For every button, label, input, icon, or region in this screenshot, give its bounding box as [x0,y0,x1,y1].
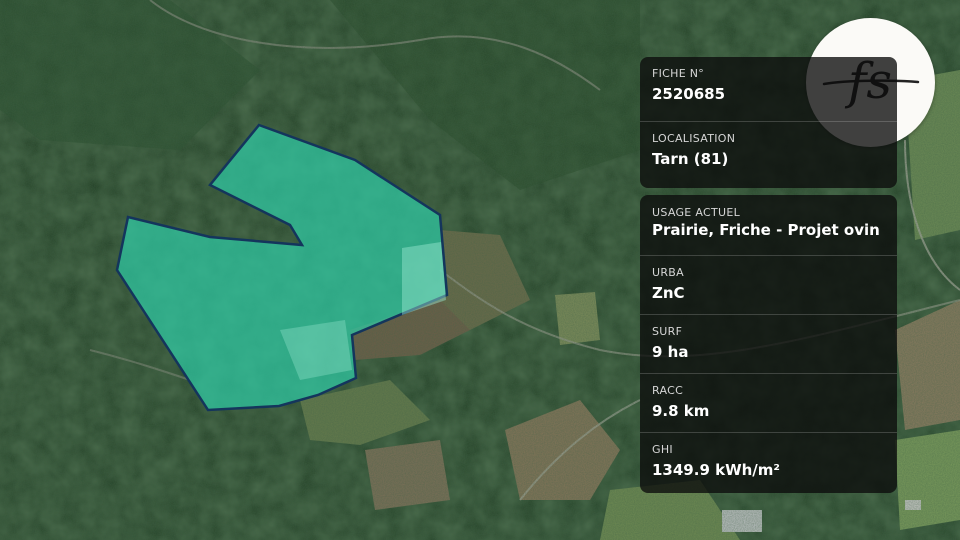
parcel-id-panel: FICHE N° 2520685 LOCALISATION Tarn (81) [640,57,897,188]
surf-value: 9 ha [652,343,689,361]
field-ghi: GHI 1349.9 kWh/m² [640,433,897,492]
ghi-value: 1349.9 kWh/m² [652,461,780,479]
parcel-details-panel: USAGE ACTUEL Prairie, Friche - Projet ov… [640,195,897,493]
racc-value: 9.8 km [652,402,710,420]
field-urba: URBA ZnC [640,256,897,315]
usage-value: Prairie, Friche - Projet ovin [652,221,880,239]
racc-label: RACC [652,384,684,397]
usage-label: USAGE ACTUEL [652,206,741,219]
urba-value: ZnC [652,284,685,302]
field-racc: RACC 9.8 km [640,374,897,433]
surf-label: SURF [652,325,683,338]
urba-label: URBA [652,266,684,279]
field-fiche: FICHE N° 2520685 [640,57,897,122]
fiche-label: FICHE N° [652,67,705,80]
localisation-label: LOCALISATION [652,132,736,145]
ghi-label: GHI [652,443,673,456]
field-usage: USAGE ACTUEL Prairie, Friche - Projet ov… [640,195,897,256]
localisation-value: Tarn (81) [652,150,729,168]
fiche-value: 2520685 [652,85,726,103]
field-surf: SURF 9 ha [640,315,897,374]
field-localisation: LOCALISATION Tarn (81) [640,122,897,188]
